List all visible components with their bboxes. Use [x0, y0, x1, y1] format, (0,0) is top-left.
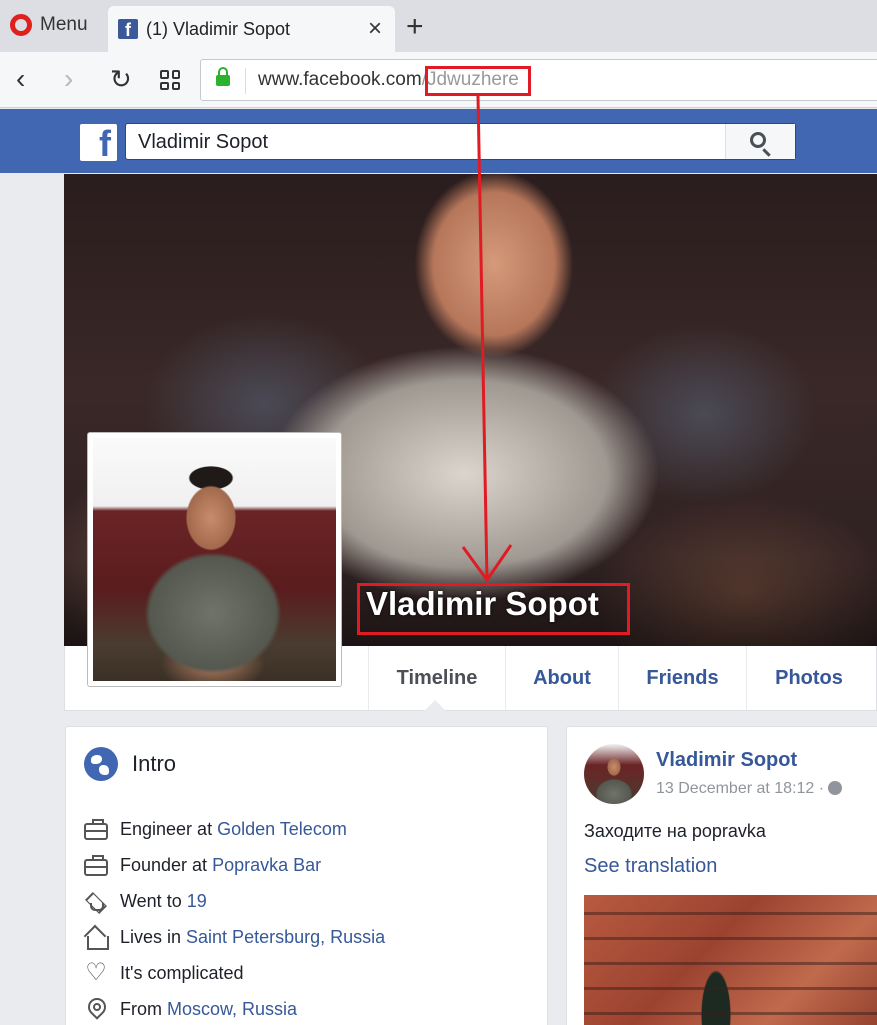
new-tab-button[interactable]: + [406, 10, 424, 44]
intro-title: Intro [132, 751, 177, 776]
location-pin-icon [84, 997, 108, 1021]
active-tab-caret [424, 700, 446, 711]
intro-row-text: Lives in [120, 926, 182, 947]
tab-title: (1) Vladimir Sopot [146, 18, 291, 39]
post-photo[interactable] [584, 895, 877, 1025]
post-timestamp[interactable]: 13 December at 18:12 · [656, 780, 843, 798]
intro-row-link[interactable]: Golden Telecom [217, 819, 347, 840]
search-button[interactable] [725, 124, 795, 159]
heart-icon: ♡ [85, 959, 107, 986]
tab-about[interactable]: About [505, 646, 618, 710]
browser-tab[interactable]: f (1) Vladimir Sopot × [108, 6, 395, 52]
facebook-favicon-icon: f [118, 19, 138, 39]
intro-row-lives-in: Lives in Saint Petersburg, Russia [84, 919, 385, 955]
search-value: Vladimir Sopot [138, 131, 269, 153]
intro-card: Intro Engineer at Golden Telecom Founder… [65, 726, 548, 1025]
intro-row-text: It's complicated [120, 962, 244, 983]
post-time-text: 13 December at 18:12 · [656, 780, 825, 797]
intro-row-text: Founder at [120, 854, 208, 875]
menu-label: Menu [40, 14, 88, 35]
tab-close-icon[interactable]: × [365, 15, 385, 43]
tab-friends[interactable]: Friends [618, 646, 746, 710]
intro-row-text: Went to [120, 890, 182, 911]
intro-list: Engineer at Golden Telecom Founder at Po… [84, 811, 385, 1025]
forward-icon[interactable]: › [64, 63, 73, 95]
post-text: Заходите на popravka [584, 821, 766, 841]
intro-row-from: From Moscow, Russia [84, 991, 385, 1025]
facebook-header-bar: f Vladimir Sopot [0, 109, 877, 173]
intro-row-education: Went to 19 [84, 883, 385, 919]
url-path-highlight-box [425, 66, 531, 96]
intro-row-relationship: ♡ It's complicated [84, 955, 385, 991]
url-divider [245, 68, 246, 94]
profile-name-highlight-box [357, 583, 630, 635]
intro-row-link[interactable]: Moscow, Russia [167, 999, 297, 1020]
opera-logo-icon [10, 14, 32, 36]
globe-icon [84, 747, 118, 781]
browser-tab-bar: Menu f (1) Vladimir Sopot × + [0, 0, 877, 52]
public-globe-icon [828, 781, 843, 795]
facebook-logo-icon[interactable]: f [80, 124, 117, 161]
post-card: Vladimir Sopot 13 December at 18:12 · За… [566, 726, 877, 1025]
lock-icon [216, 67, 230, 86]
briefcase-icon [84, 855, 108, 876]
intro-row-work-1: Engineer at Golden Telecom [84, 811, 385, 847]
avatar[interactable] [584, 744, 644, 804]
reload-icon[interactable]: ↻ [110, 63, 132, 95]
browser-menu-button[interactable]: Menu [10, 14, 88, 36]
back-icon[interactable]: ‹ [16, 63, 25, 95]
intro-row-work-2: Founder at Popravka Bar [84, 847, 385, 883]
search-icon [750, 132, 766, 148]
facebook-search-input[interactable]: Vladimir Sopot [125, 123, 796, 160]
profile-photo-image [93, 438, 336, 681]
house-icon [84, 925, 109, 950]
post-author-link[interactable]: Vladimir Sopot [656, 749, 797, 772]
graduation-cap-icon [84, 889, 108, 913]
intro-row-link[interactable]: Popravka Bar [212, 855, 321, 876]
intro-row-link[interactable]: Saint Petersburg, Russia [186, 927, 385, 948]
see-translation-link[interactable]: See translation [584, 855, 717, 878]
intro-row-link[interactable]: 19 [187, 891, 207, 912]
tab-photos[interactable]: Photos [746, 646, 871, 710]
url-field[interactable]: www.facebook.com/Jdwuzhere [200, 59, 877, 101]
profile-picture[interactable] [87, 432, 342, 687]
speed-dial-icon[interactable] [160, 70, 180, 90]
url-domain: www.facebook.com [258, 69, 422, 90]
briefcase-icon [84, 819, 108, 840]
intro-row-text: Engineer at [120, 818, 213, 839]
intro-header: Intro [84, 747, 176, 781]
intro-row-text: From [120, 998, 162, 1019]
